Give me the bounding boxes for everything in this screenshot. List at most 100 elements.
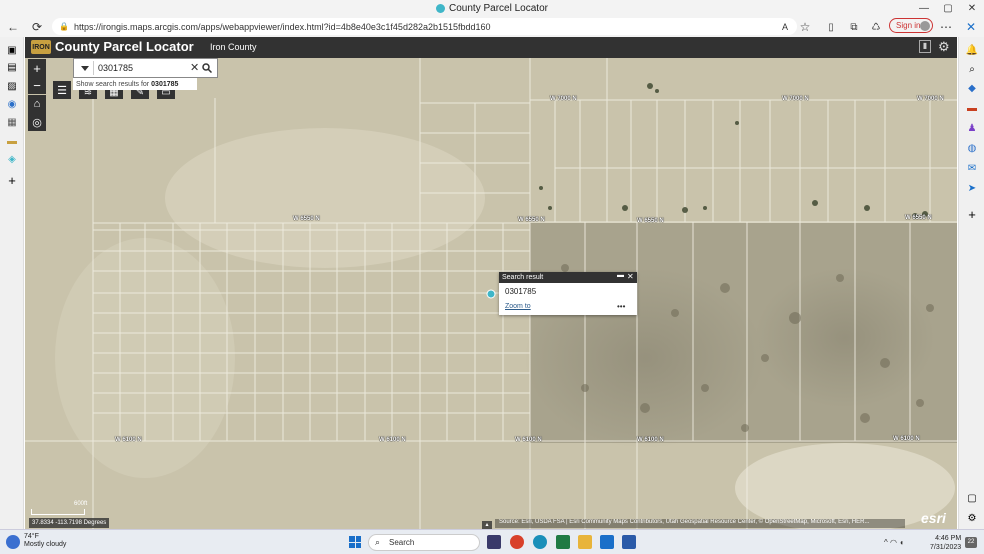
url-text: https://irongis.maps.arcgis.com/apps/web… bbox=[74, 21, 491, 32]
weather-widget[interactable]: 74°F Mostly cloudy bbox=[24, 533, 66, 549]
app-icon-1[interactable]: ▦ bbox=[5, 115, 19, 129]
search-sidebar-icon[interactable]: ⌕ bbox=[965, 62, 979, 76]
zoom-in-button[interactable]: + bbox=[28, 59, 46, 77]
app-icon-3[interactable]: ◈ bbox=[5, 152, 19, 166]
system-tray-icons[interactable]: ^ ◠ ◖ bbox=[884, 538, 904, 547]
weather-icon[interactable] bbox=[6, 535, 20, 549]
road-label: W 6100 N bbox=[893, 436, 920, 442]
clock[interactable]: 4:46 PM 7/31/2023 bbox=[930, 534, 961, 552]
chevron-down-icon[interactable] bbox=[76, 61, 94, 75]
gear-widget-icon[interactable]: ⚙ bbox=[938, 39, 950, 55]
browser-titlebar: County Parcel Locator — ▢ ✕ bbox=[0, 0, 984, 17]
lock-icon: 🔒 bbox=[59, 22, 69, 31]
refresh-button[interactable]: ⟳ bbox=[28, 18, 46, 36]
edge-icon[interactable] bbox=[533, 535, 547, 549]
tabs-icon[interactable]: ▣ bbox=[5, 43, 19, 57]
notification-badge[interactable]: 22 bbox=[965, 537, 977, 548]
maximize-button[interactable]: ▢ bbox=[936, 0, 960, 17]
taskbar-search[interactable]: ⌕ Search bbox=[368, 534, 480, 551]
search-box: ✕ bbox=[73, 58, 218, 78]
sign-in-button[interactable]: Sign in bbox=[889, 18, 933, 33]
windows-taskbar: 74°F Mostly cloudy ⌕ Search ^ ◠ ◖ 4:46 P… bbox=[0, 529, 984, 554]
tab-title: County Parcel Locator bbox=[449, 3, 548, 14]
home-button[interactable]: ⌂ bbox=[28, 95, 46, 113]
search-suggestion[interactable]: Show search results for 0301785 bbox=[73, 78, 197, 90]
attribution-toggle[interactable]: ▴ bbox=[482, 521, 492, 529]
sidebar-toggle-icon[interactable]: ▢ bbox=[965, 491, 979, 505]
excel-icon[interactable] bbox=[556, 535, 570, 549]
settings-icon[interactable]: ⚙ bbox=[965, 511, 979, 525]
popup-header: Search result ▬ ✕ bbox=[499, 272, 637, 283]
file-explorer-icon[interactable] bbox=[578, 535, 592, 549]
zoom-to-link[interactable]: Zoom to bbox=[505, 303, 531, 310]
search-icon[interactable] bbox=[198, 60, 215, 76]
collections-icon[interactable]: ⧉ bbox=[845, 18, 863, 36]
map-view[interactable]: W 7000 N W 7000 N W 7000 N W 6550 N W 65… bbox=[25, 58, 957, 529]
app-header: IRON County Parcel Locator Iron County ▮… bbox=[25, 37, 957, 58]
road-label: W 6100 N bbox=[515, 437, 542, 443]
back-button[interactable]: ← bbox=[4, 18, 22, 36]
start-button[interactable] bbox=[349, 536, 361, 548]
maximize-icon[interactable]: ▬ bbox=[617, 272, 624, 279]
esri-logo: esri bbox=[921, 510, 946, 526]
zoom-out-button[interactable]: − bbox=[28, 76, 46, 94]
extensions-icon[interactable]: ♺ bbox=[867, 18, 885, 36]
split-screen-icon[interactable]: ▯ bbox=[822, 18, 840, 36]
road-label: W 7000 N bbox=[917, 96, 944, 102]
search-icon: ⌕ bbox=[375, 537, 381, 547]
popup-title: 0301785 bbox=[505, 287, 537, 296]
road-label: W 7000 N bbox=[550, 96, 577, 102]
bell-icon[interactable]: 🔔 bbox=[965, 43, 979, 57]
list-icon[interactable]: ☰ bbox=[53, 81, 71, 99]
image-icon[interactable]: ▨ bbox=[5, 79, 19, 93]
add-sidebar-icon[interactable]: + bbox=[965, 207, 979, 222]
app-title: County Parcel Locator bbox=[55, 39, 194, 54]
url-field[interactable]: 🔒 https://irongis.maps.arcgis.com/apps/w… bbox=[52, 18, 797, 35]
address-bar: ← ⟳ 🔒 https://irongis.maps.arcgis.com/ap… bbox=[0, 17, 984, 37]
scale-bar: 600ft bbox=[31, 501, 87, 515]
locate-button[interactable]: ◎ bbox=[28, 113, 46, 131]
favorite-icon[interactable]: ☆ bbox=[796, 18, 814, 36]
road-label: W 6550 N bbox=[518, 217, 545, 223]
road-label: W 6550 N bbox=[637, 218, 664, 224]
word-icon[interactable] bbox=[622, 535, 636, 549]
tag-icon[interactable]: ◆ bbox=[965, 81, 979, 95]
app-subtitle: Iron County bbox=[210, 42, 257, 52]
road-label: W 6550 N bbox=[905, 215, 932, 221]
briefcase-icon[interactable]: ▬ bbox=[965, 101, 979, 115]
coordinate-readout: 37.8334 -113.7198 Degrees bbox=[29, 518, 110, 528]
road-label: W 6550 N bbox=[293, 216, 320, 222]
more-menu-icon[interactable]: ⋯ bbox=[937, 18, 955, 36]
search-input[interactable] bbox=[98, 61, 190, 75]
close-button[interactable]: ✕ bbox=[960, 0, 984, 17]
county-logo: IRON bbox=[31, 40, 51, 54]
send-icon[interactable]: ➤ bbox=[965, 181, 979, 195]
games-icon[interactable]: ♟ bbox=[965, 121, 979, 135]
edge-logo-icon[interactable]: ✕ bbox=[962, 18, 980, 36]
read-aloud-icon[interactable]: A bbox=[776, 18, 794, 36]
layers-widget-icon[interactable]: ▮ bbox=[919, 40, 931, 53]
app-icon-2[interactable]: ▬ bbox=[5, 134, 19, 148]
search-result-marker[interactable] bbox=[486, 289, 496, 299]
browser-right-sidebar: 🔔 ⌕ ◆ ▬ ♟ ◍ ✉ ➤ + ▢ ⚙ bbox=[958, 37, 984, 529]
road-label: W 6100 N bbox=[637, 437, 664, 443]
location-icon[interactable]: ◉ bbox=[5, 97, 19, 111]
collections-sidebar-icon[interactable]: ▤ bbox=[5, 60, 19, 74]
close-icon[interactable]: ✕ bbox=[627, 272, 634, 281]
search-result-popup: Search result ▬ ✕ 0301785 Zoom to ••• bbox=[499, 272, 637, 315]
app-icon-media[interactable] bbox=[487, 535, 501, 549]
tab-icon bbox=[436, 4, 446, 13]
chrome-icon[interactable] bbox=[510, 535, 524, 549]
avatar bbox=[920, 21, 930, 31]
satellite-imagery bbox=[25, 58, 957, 529]
outlook-taskbar-icon[interactable] bbox=[600, 535, 614, 549]
add-icon[interactable]: + bbox=[5, 173, 19, 188]
minimize-button[interactable]: — bbox=[912, 0, 936, 17]
outlook-icon[interactable]: ✉ bbox=[965, 161, 979, 175]
road-label: W 6100 N bbox=[379, 437, 406, 443]
attribution: Source: Esri, USDA FSA | Esri Community … bbox=[495, 519, 905, 528]
more-actions-icon[interactable]: ••• bbox=[617, 302, 625, 311]
road-label: W 7000 N bbox=[782, 96, 809, 102]
browser-left-sidebar: ▣ ▤ ▨ ◉ ▦ ▬ ◈ + bbox=[0, 37, 24, 529]
office-icon[interactable]: ◍ bbox=[965, 141, 979, 155]
